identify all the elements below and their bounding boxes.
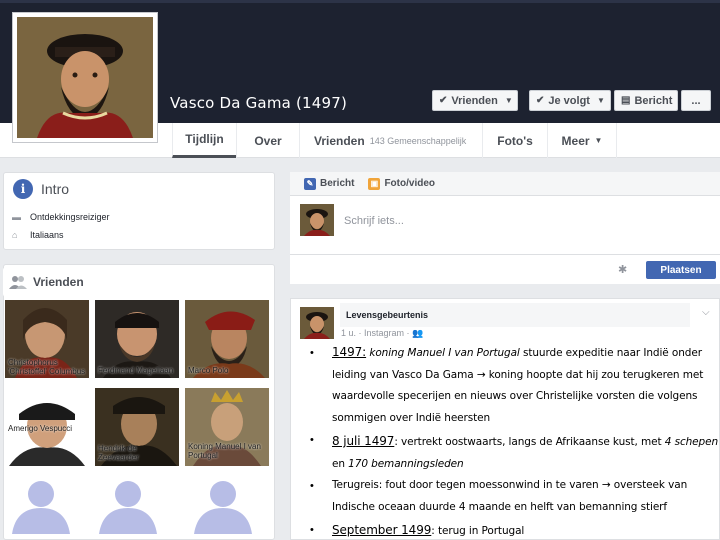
life-event-meta: 1 u. · Instagram · 👥 — [341, 328, 423, 339]
intro-item-occupation: ▬ Ontdekkingsreiziger — [12, 212, 110, 222]
friend-tile[interactable]: Koning Manuel I van Portugal — [185, 388, 269, 466]
friend-tile[interactable]: Amerigo Vespucci — [5, 388, 89, 466]
composer-tabs: ✎ Bericht ▣ Foto/video — [290, 172, 720, 196]
arrow-right-icon: → — [601, 479, 611, 491]
intro-item-label: Italiaans — [30, 230, 64, 240]
friend-tile[interactable]: Christophorus 'Christoffel' Columbus — [5, 300, 89, 378]
event-item: Terugreis: fout door tegen moessonwind i… — [332, 475, 720, 518]
event-date: 8 juli 1497 — [332, 434, 395, 448]
intro-header: i Intro — [13, 179, 69, 199]
intro-item-nationality: ⌂ Italiaans — [12, 230, 64, 240]
message-icon: ▤ — [621, 95, 631, 106]
caret-down-icon: ▼ — [594, 136, 603, 145]
pencil-icon: ✎ — [304, 177, 316, 190]
composer-avatar — [300, 204, 334, 236]
event-item: September 1499: terug in Portugal — [332, 520, 720, 540]
tab-photos-label: Foto's — [497, 133, 533, 148]
friend-tile[interactable]: Marco Polo — [185, 300, 269, 378]
check-icon: ✔ — [536, 95, 545, 106]
gear-icon[interactable]: ✱ — [618, 263, 627, 276]
profile-name: Vasco Da Gama (1497) — [170, 94, 348, 112]
caret-down-icon: ▼ — [504, 96, 513, 105]
following-button-label: Je volgt — [548, 94, 590, 107]
composer-input[interactable]: Schrijf iets... — [344, 215, 404, 227]
intro-item-label: Ontdekkingsreiziger — [30, 212, 110, 222]
bullet-icon: • — [310, 347, 314, 359]
tab-about[interactable]: Over — [236, 123, 299, 158]
default-avatar-icon — [95, 476, 161, 534]
home-icon: ⌂ — [12, 230, 18, 240]
friends-audience-icon: 👥 — [412, 328, 424, 338]
bullet-icon: • — [310, 434, 314, 446]
bullet-icon: • — [310, 480, 314, 492]
friend-name: Amerigo Vespucci — [8, 424, 73, 433]
event-emphasis: 170 bemanningsleden — [348, 457, 464, 470]
event-text: en — [332, 457, 349, 470]
tab-timeline-label: Tijdlijn — [185, 132, 224, 146]
life-event-title[interactable]: Levensgebeurtenis — [340, 303, 690, 327]
event-text: : terug in Portugal — [431, 525, 525, 537]
composer-tab-message-label: Bericht — [320, 178, 355, 189]
friend-name: Christophorus 'Christoffel' Columbus — [8, 358, 86, 377]
vasco-portrait-image — [17, 17, 153, 138]
default-avatar-icon — [190, 476, 256, 534]
caret-down-icon: ▼ — [596, 96, 605, 105]
event-emphasis: koning Manuel I van Portugal — [369, 347, 520, 359]
tab-friends[interactable]: Vrienden 143 Gemeenschappelijk — [299, 123, 482, 158]
friends-title: Vrienden — [33, 275, 84, 289]
bullet-icon: • — [310, 524, 314, 536]
following-button[interactable]: ✔ Je volgt ▼ — [529, 90, 611, 111]
arrow-right-icon: → — [476, 368, 486, 381]
life-event-meta-text: 1 u. · Instagram · — [341, 328, 410, 338]
friend-tile[interactable]: Hendrik de Zeevaarder — [95, 388, 179, 466]
friend-tile[interactable]: Ferdinand Magellaan — [95, 300, 179, 378]
tab-friends-mutual: 143 Gemeenschappelijk — [369, 135, 467, 146]
more-dots-icon: ... — [691, 94, 701, 107]
cover-strip — [0, 0, 720, 3]
message-button[interactable]: ▤ Bericht — [614, 90, 678, 111]
friends-header[interactable]: Vrienden — [3, 267, 89, 297]
check-icon: ✔ — [439, 95, 448, 106]
chevron-down-icon[interactable]: ⌵ — [702, 307, 710, 318]
friend-name: Ferdinand Magellaan — [98, 366, 174, 375]
tab-about-label: Over — [254, 133, 282, 148]
friends-button[interactable]: ✔ Vrienden ▼ — [432, 90, 518, 111]
event-item: 8 juli 1497: vertrekt oostwaarts, langs … — [332, 431, 720, 475]
default-avatar-icon — [8, 476, 74, 534]
post-avatar[interactable] — [300, 307, 334, 339]
event-date: September 1499 — [332, 523, 432, 537]
profile-picture[interactable] — [12, 12, 158, 143]
composer-tab-photo-label: Foto/video — [384, 178, 436, 189]
composer-tab-photo[interactable]: ▣ Foto/video — [368, 177, 436, 190]
event-text: Terugreis: fout door tegen moessonwind i… — [332, 479, 602, 491]
friend-name: Hendrik de Zeevaarder — [98, 444, 139, 463]
friends-button-label: Vrienden — [451, 94, 498, 107]
briefcase-icon: ▬ — [12, 212, 21, 222]
message-button-label: Bericht — [634, 94, 673, 107]
more-options-button[interactable]: ... — [681, 90, 711, 111]
intro-title: Intro — [41, 181, 70, 197]
event-date: 1497: — [332, 345, 367, 359]
tab-friends-label: Vrienden — [314, 133, 365, 148]
event-text: : vertrekt oostwaarts, langs de Afrikaan… — [394, 436, 665, 448]
tab-more-label: Meer — [561, 133, 590, 148]
tab-more[interactable]: Meer ▼ — [547, 123, 617, 158]
post-button[interactable]: Plaatsen — [646, 261, 716, 279]
tab-photos[interactable]: Foto's — [482, 123, 547, 158]
event-item: 1497: koning Manuel I van Portugal stuur… — [332, 342, 720, 429]
event-emphasis: 4 schepen — [664, 436, 719, 448]
friend-name: Koning Manuel I van Portugal — [188, 442, 261, 461]
friend-name: Marco Polo — [188, 366, 229, 375]
friends-icon — [9, 276, 27, 289]
tab-timeline[interactable]: Tijdlijn — [172, 123, 236, 158]
info-globe-icon: i — [13, 179, 33, 199]
composer-tab-message[interactable]: ✎ Bericht — [304, 177, 355, 190]
photo-icon: ▣ — [368, 177, 381, 190]
